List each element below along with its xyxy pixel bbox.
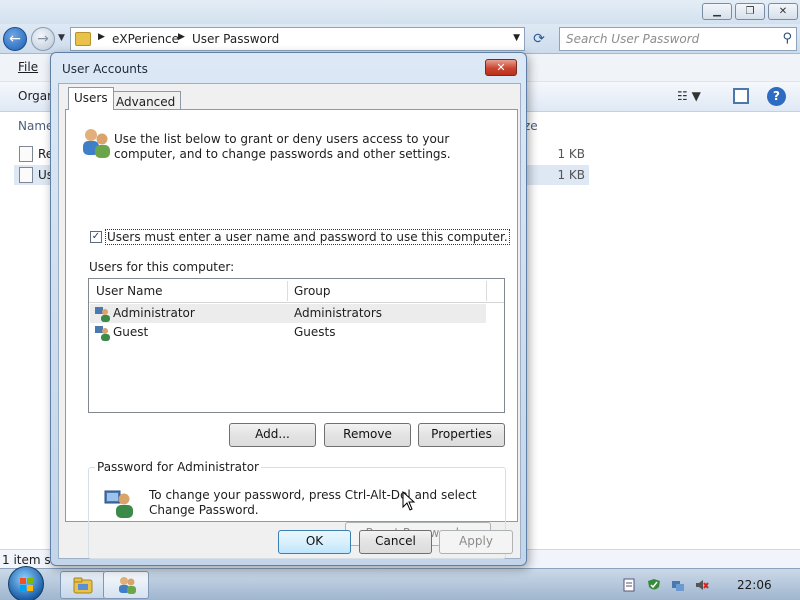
user-icon xyxy=(95,307,110,322)
column-header-user-name[interactable]: User Name xyxy=(96,284,163,298)
intro-text: Use the list below to grant or deny user… xyxy=(114,132,451,161)
column-header-name[interactable]: Name xyxy=(18,119,53,133)
folder-icon xyxy=(73,577,93,594)
notes-tray-icon[interactable] xyxy=(622,578,636,592)
apply-button[interactable]: Apply xyxy=(439,530,513,554)
user-name: Guest xyxy=(113,325,149,339)
list-header: User Name Group xyxy=(89,279,504,303)
mouse-cursor-icon xyxy=(402,491,416,511)
taskbar-explorer-button[interactable] xyxy=(60,571,106,599)
users-list-label: Users for this computer: xyxy=(89,260,235,274)
tab-users[interactable]: Users xyxy=(68,87,114,110)
file-size: 1 KB xyxy=(557,168,585,182)
breadcrumb-item[interactable]: User Password xyxy=(192,32,279,46)
user-icon xyxy=(95,326,110,341)
dialog-close-button[interactable]: ✕ xyxy=(485,59,517,76)
preview-pane-icon[interactable] xyxy=(733,88,749,104)
explorer-titlebar: ▁ ❐ ✕ xyxy=(0,0,800,24)
users-icon xyxy=(83,129,110,158)
address-bar[interactable]: ▶ eXPerience ▶ User Password ▼ xyxy=(70,27,525,51)
recent-pages-dropdown[interactable]: ▼ xyxy=(58,33,65,43)
forward-button[interactable]: → xyxy=(31,27,55,51)
shortcut-file-icon xyxy=(19,167,33,183)
list-item[interactable]: Administrator Administrators xyxy=(90,304,486,323)
refresh-button[interactable]: ⟳ xyxy=(528,28,550,50)
clock[interactable]: 22:06 xyxy=(737,578,772,592)
breadcrumb-item[interactable]: eXPerience xyxy=(112,32,179,46)
menu-file[interactable]: File xyxy=(18,60,38,74)
column-header-group[interactable]: Group xyxy=(294,284,331,298)
add-user-button[interactable]: Add... xyxy=(229,423,316,447)
users-icon xyxy=(119,577,136,594)
address-dropdown-icon[interactable]: ▼ xyxy=(513,33,520,43)
help-icon[interactable]: ? xyxy=(767,87,786,106)
network-icon[interactable] xyxy=(671,578,685,592)
users-tab-panel: Use the list below to grant or deny user… xyxy=(65,109,518,559)
folder-icon xyxy=(75,32,91,46)
security-shield-icon[interactable] xyxy=(647,578,661,592)
search-placeholder: Search User Password xyxy=(566,32,700,46)
user-name: Administrator xyxy=(113,306,195,320)
windows-logo-icon xyxy=(20,578,34,592)
require-login-label[interactable]: Users must enter a user name and passwor… xyxy=(105,229,510,245)
navigation-bar: ← → ▼ ▶ eXPerience ▶ User Password ▼ ⟳ S… xyxy=(0,24,800,54)
taskbar: 22:06 xyxy=(0,566,800,600)
remove-user-button[interactable]: Remove xyxy=(324,423,411,447)
password-instructions: To change your password, press Ctrl-Alt-… xyxy=(149,488,477,517)
maximize-button[interactable]: ❐ xyxy=(735,3,765,20)
user-group: Guests xyxy=(294,325,336,339)
search-input[interactable]: Search User Password ⚲ xyxy=(559,27,797,51)
search-icon[interactable]: ⚲ xyxy=(782,31,792,46)
password-group-title: Password for Administrator xyxy=(95,460,261,474)
file-size: 1 KB xyxy=(557,147,585,161)
start-button[interactable] xyxy=(8,566,44,600)
views-button[interactable]: ☷ ▼ xyxy=(677,89,701,103)
user-group: Administrators xyxy=(294,306,383,320)
column-divider[interactable] xyxy=(486,281,487,301)
close-window-button[interactable]: ✕ xyxy=(768,3,798,20)
column-divider[interactable] xyxy=(287,281,288,301)
users-list[interactable]: User Name Group Administrator Administra… xyxy=(88,278,505,413)
cancel-button[interactable]: Cancel xyxy=(359,530,432,554)
user-accounts-dialog: User Accounts ✕ Users Advanced Use the l… xyxy=(50,52,527,566)
back-button[interactable]: ← xyxy=(3,27,27,51)
breadcrumb-arrow-icon[interactable]: ▶ xyxy=(178,32,185,42)
breadcrumb-arrow-icon[interactable]: ▶ xyxy=(98,32,105,42)
taskbar-user-accounts-button[interactable] xyxy=(103,571,149,599)
minimize-button[interactable]: ▁ xyxy=(702,3,732,20)
dialog-body: Users Advanced Use the list below to gra… xyxy=(58,83,521,559)
volume-muted-icon[interactable] xyxy=(695,578,709,592)
dialog-title: User Accounts xyxy=(62,62,148,76)
user-password-icon xyxy=(104,490,133,518)
ok-button[interactable]: OK xyxy=(278,530,351,554)
list-item[interactable]: Guest Guests xyxy=(90,323,486,342)
require-login-checkbox[interactable]: ✓ xyxy=(90,231,102,243)
text-file-icon xyxy=(19,146,33,162)
properties-button[interactable]: Properties xyxy=(418,423,505,447)
